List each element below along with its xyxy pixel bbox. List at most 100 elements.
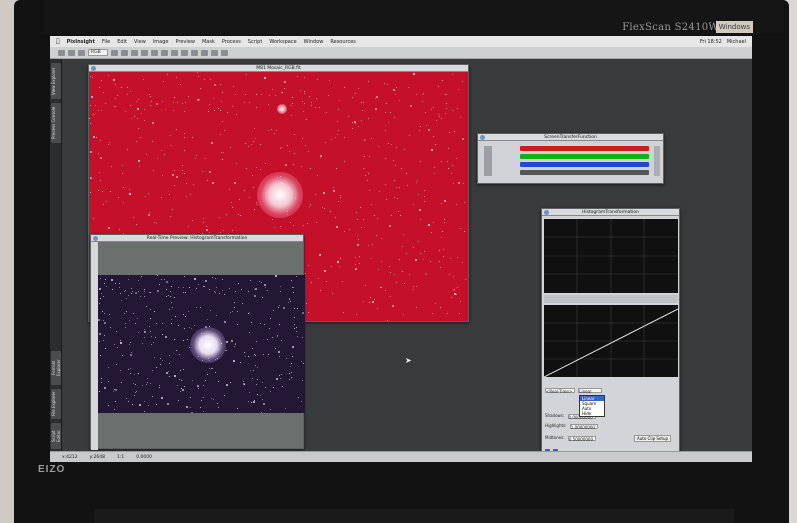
star: [393, 196, 395, 198]
preview-title[interactable]: Real-Time Preview: HistogramTransformati…: [91, 235, 303, 242]
menu-mask[interactable]: Mask: [202, 39, 215, 45]
star: [337, 201, 339, 203]
star: [393, 117, 395, 119]
star: [339, 100, 341, 101]
histogram-window[interactable]: HistogramTransformation <Real-Time> Line…: [541, 208, 680, 458]
star: [248, 392, 250, 394]
realtime-preview-window[interactable]: Real-Time Preview: HistogramTransformati…: [90, 234, 305, 450]
side-tab-format-explorer[interactable]: Format Explorer: [51, 351, 61, 385]
star: [302, 336, 303, 338]
star: [256, 94, 258, 96]
star: [149, 308, 151, 310]
midtones-input[interactable]: 0.50000000: [567, 435, 596, 442]
histogram-zoom-bar[interactable]: [544, 295, 678, 303]
stf-window[interactable]: ScreenTransferFunction: [477, 133, 664, 184]
histogram-title[interactable]: HistogramTransformation: [542, 209, 679, 216]
star: [165, 109, 167, 111]
stf-blue-channel[interactable]: [520, 162, 649, 167]
auto-clip-setup-button[interactable]: Auto Clip Setup: [634, 435, 672, 442]
menu-app-name[interactable]: PixInsight: [67, 39, 95, 45]
side-tab-process-console[interactable]: Process Console: [51, 103, 61, 143]
stf-green-channel[interactable]: [520, 154, 649, 159]
star: [128, 343, 130, 345]
star: [387, 121, 389, 123]
menu-edit[interactable]: Edit: [117, 39, 127, 45]
dropdown-option-hide[interactable]: Hide: [580, 411, 604, 416]
close-icon[interactable]: [91, 66, 96, 71]
apple-icon[interactable]: : [56, 38, 60, 45]
menu-window[interactable]: Window: [304, 39, 324, 45]
toolbar-pan-icon[interactable]: [170, 49, 178, 56]
star: [240, 361, 242, 363]
star: [264, 78, 266, 79]
star: [183, 385, 185, 387]
star: [447, 148, 449, 150]
star: [378, 190, 380, 192]
star: [451, 110, 453, 112]
side-tab-script-editor[interactable]: Script Editor: [51, 423, 61, 449]
toolbar-redo-icon[interactable]: [120, 49, 128, 56]
menubar:  PixInsight File Edit View Image Previe…: [50, 36, 752, 47]
close-icon[interactable]: [480, 135, 485, 140]
toolbar-fit-icon[interactable]: [150, 49, 158, 56]
menu-workspace[interactable]: Workspace: [269, 39, 296, 45]
toolbar-new-icon[interactable]: [58, 49, 65, 56]
highlights-input[interactable]: 1.00000000: [569, 423, 598, 430]
star: [409, 274, 411, 276]
histogram-channel-select[interactable]: Linear: [578, 387, 603, 394]
star: [132, 404, 134, 405]
close-icon[interactable]: [544, 210, 549, 215]
main-image-title[interactable]: M81 Mosaic_RGB.fit: [89, 65, 468, 72]
star: [226, 384, 229, 386]
star: [380, 260, 382, 262]
toolbar-mask-icon[interactable]: [200, 49, 208, 56]
star: [104, 312, 106, 314]
star: [141, 342, 143, 344]
star: [232, 229, 234, 231]
histogram-output-graph[interactable]: [544, 305, 678, 377]
star: [219, 232, 221, 233]
star: [316, 79, 318, 80]
stf-tools[interactable]: [484, 146, 492, 176]
menu-preview[interactable]: Preview: [175, 39, 194, 45]
toolbar-channel-icon[interactable]: [210, 49, 218, 56]
stf-red-channel[interactable]: [520, 146, 649, 151]
star: [304, 145, 306, 146]
histogram-input-graph[interactable]: [544, 219, 678, 293]
stf-title[interactable]: ScreenTransferFunction: [478, 134, 663, 141]
star: [184, 172, 185, 174]
menubar-user[interactable]: Michael: [727, 39, 746, 45]
star: [394, 274, 396, 276]
toolbar-readout-icon[interactable]: [160, 49, 168, 56]
toolbar-save-icon[interactable]: [78, 49, 85, 56]
toolbar-zoom-out-icon[interactable]: [140, 49, 148, 56]
stf-link-icon[interactable]: [654, 146, 660, 176]
star: [130, 372, 131, 374]
preview-toolbar[interactable]: [91, 242, 98, 450]
menu-view[interactable]: View: [134, 39, 146, 45]
star: [438, 116, 440, 118]
star: [433, 221, 434, 223]
star: [148, 192, 150, 194]
side-tab-view-explorer[interactable]: View Explorer: [51, 63, 61, 99]
menu-process[interactable]: Process: [222, 39, 241, 45]
stf-luminance-channel[interactable]: [520, 170, 649, 175]
histogram-view-select[interactable]: <Real-Time>: [545, 387, 575, 394]
star: [270, 128, 272, 130]
star: [247, 291, 249, 293]
close-icon[interactable]: [93, 236, 98, 241]
toolbar-preview-icon[interactable]: [180, 49, 188, 56]
toolbar-zoom-in-icon[interactable]: [130, 49, 138, 56]
menu-resources[interactable]: Resources: [330, 39, 356, 45]
channel-dropdown-menu[interactable]: Linear Square Auto Hide: [579, 395, 605, 417]
toolbar-open-icon[interactable]: [68, 49, 75, 56]
toolbar-undo-icon[interactable]: [110, 49, 118, 56]
menu-image[interactable]: Image: [153, 39, 169, 45]
toolbar-stf-icon[interactable]: [190, 49, 198, 56]
toolbar-settings-icon[interactable]: [220, 49, 228, 56]
side-tab-file-explorer[interactable]: File Explorer: [51, 389, 61, 419]
star: [397, 197, 399, 199]
menu-script[interactable]: Script: [248, 39, 263, 45]
toolbar-rgb-select[interactable]: RGB: [88, 49, 108, 56]
menu-file[interactable]: File: [102, 39, 110, 45]
